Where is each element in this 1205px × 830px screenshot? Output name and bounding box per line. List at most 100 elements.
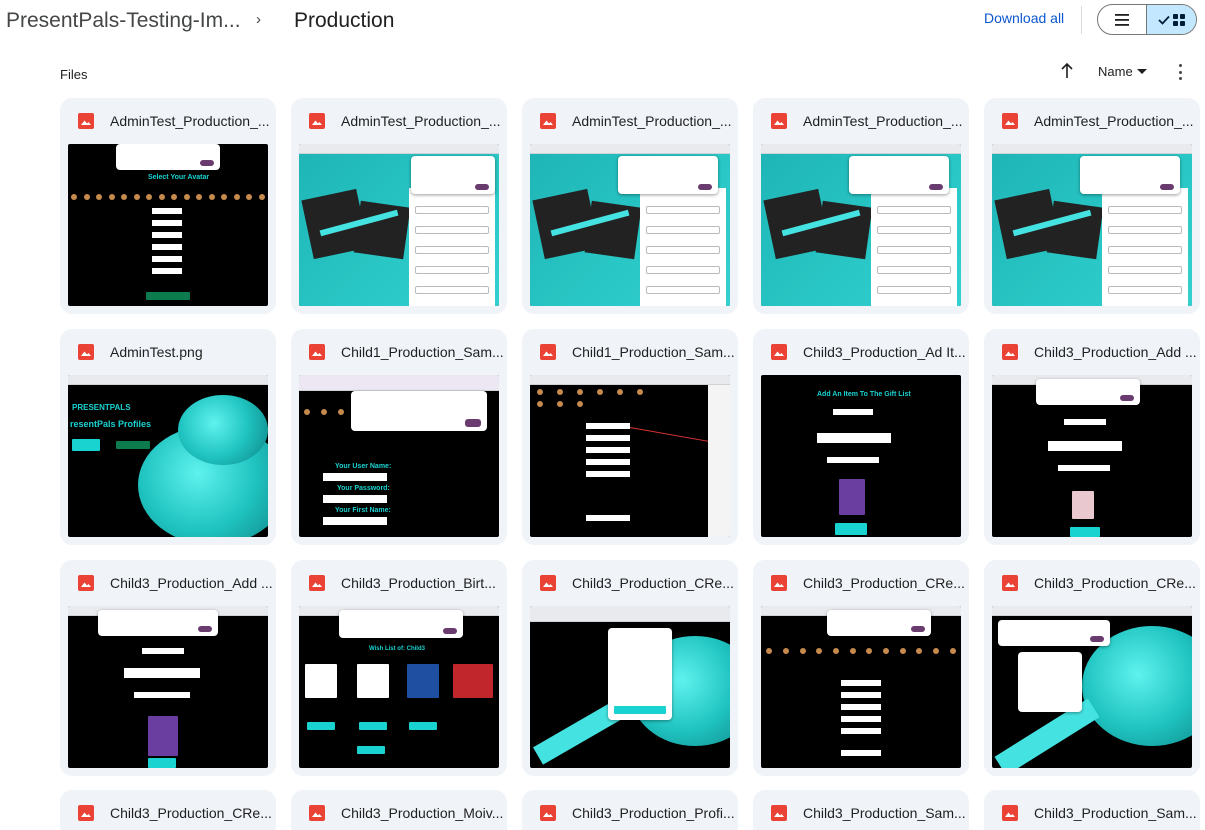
file-card[interactable]: Child3_Production_Add ...	[60, 560, 276, 776]
file-card-header: Child3_Production_Sam...	[984, 790, 1200, 830]
file-card[interactable]: Child1_Production_Sam... Your User Name:…	[291, 329, 507, 545]
file-card-header: AdminTest.png	[60, 329, 276, 375]
file-card-header: Child3_Production_Birt...	[291, 560, 507, 606]
list-view-button[interactable]	[1098, 5, 1147, 34]
list-view-icon	[1115, 13, 1129, 26]
file-thumbnail	[992, 606, 1192, 768]
check-icon	[1158, 15, 1170, 25]
image-file-icon	[1002, 805, 1018, 821]
file-card[interactable]: Child3_Production_Profi...	[522, 790, 738, 830]
file-name: AdminTest.png	[110, 344, 203, 360]
file-card-header: AdminTest_Production_...	[291, 98, 507, 144]
file-card-header: AdminTest_Production_...	[522, 98, 738, 144]
file-card[interactable]: AdminTest_Production_...	[753, 98, 969, 314]
image-file-icon	[78, 344, 94, 360]
file-name: AdminTest_Production_...	[1034, 113, 1194, 129]
file-card[interactable]: AdminTest_Production_...	[522, 98, 738, 314]
file-card-header: Child3_Production_Add ...	[60, 560, 276, 606]
file-card-header: AdminTest_Production_...	[753, 98, 969, 144]
file-card[interactable]: Child3_Production_CRe...	[60, 790, 276, 830]
image-file-icon	[771, 575, 787, 591]
dropdown-arrow-icon	[1136, 68, 1147, 74]
file-name: Child3_Production_Sam...	[803, 805, 966, 821]
file-name: Child3_Production_Moiv...	[341, 805, 504, 821]
file-name: Child3_Production_Ad It...	[803, 344, 966, 360]
file-card-header: AdminTest_Production_...	[60, 98, 276, 144]
file-card-header: Child3_Production_CRe...	[60, 790, 276, 830]
file-name: Child3_Production_Profi...	[572, 805, 735, 821]
file-thumbnail	[68, 606, 268, 768]
sort-direction-arrow-icon[interactable]	[1059, 62, 1075, 80]
image-file-icon	[771, 113, 787, 129]
file-card[interactable]: Child3_Production_Ad It... Add An Item T…	[753, 329, 969, 545]
file-card[interactable]: AdminTest_Production_...	[984, 98, 1200, 314]
file-card-header: Child3_Production_CRe...	[522, 560, 738, 606]
file-card[interactable]: Child3_Production_CRe...	[984, 560, 1200, 776]
image-file-icon	[309, 113, 325, 129]
file-name: AdminTest_Production_...	[572, 113, 732, 129]
file-card-header: Child3_Production_Ad It...	[753, 329, 969, 375]
file-thumbnail: PRESENTPALS resentPals Profiles	[68, 375, 268, 537]
file-thumbnail	[530, 375, 730, 537]
sort-by-button[interactable]: Name	[1098, 64, 1147, 79]
image-file-icon	[540, 575, 556, 591]
files-section-label: Files	[60, 67, 88, 82]
file-thumbnail	[299, 144, 499, 306]
file-name: Child3_Production_CRe...	[110, 805, 272, 821]
breadcrumb-root[interactable]: PresentPals-Testing-Im...	[6, 9, 241, 33]
image-file-icon	[771, 344, 787, 360]
breadcrumb-separator-icon: ›	[256, 11, 261, 28]
file-thumbnail	[761, 606, 961, 768]
file-card[interactable]: Child3_Production_Add ...	[984, 329, 1200, 545]
image-file-icon	[1002, 575, 1018, 591]
file-thumbnail	[530, 144, 730, 306]
image-file-icon	[309, 805, 325, 821]
image-file-icon	[540, 805, 556, 821]
image-file-icon	[309, 344, 325, 360]
file-card[interactable]: Child3_Production_CRe...	[753, 560, 969, 776]
file-card[interactable]: Child3_Production_Birt... Wish List of: …	[291, 560, 507, 776]
image-file-icon	[771, 805, 787, 821]
grid-view-icon	[1173, 13, 1185, 26]
image-file-icon	[309, 575, 325, 591]
image-file-icon	[540, 344, 556, 360]
file-thumbnail	[530, 606, 730, 768]
image-file-icon	[1002, 113, 1018, 129]
file-name: AdminTest_Production_...	[803, 113, 963, 129]
file-card-header: Child3_Production_Moiv...	[291, 790, 507, 830]
file-card-header: AdminTest_Production_...	[984, 98, 1200, 144]
file-card[interactable]: Child3_Production_Sam...	[753, 790, 969, 830]
file-card-header: Child3_Production_Sam...	[753, 790, 969, 830]
file-card[interactable]: AdminTest.png PRESENTPALS resentPals Pro…	[60, 329, 276, 545]
file-card[interactable]: Child1_Production_Sam...	[522, 329, 738, 545]
file-thumbnail: Add An Item To The Gift List	[761, 375, 961, 537]
file-card[interactable]: Child3_Production_CRe...	[522, 560, 738, 776]
grid-view-button[interactable]	[1147, 5, 1196, 34]
file-card[interactable]: AdminTest_Production_...	[291, 98, 507, 314]
file-card-header: Child3_Production_Profi...	[522, 790, 738, 830]
image-file-icon	[1002, 344, 1018, 360]
file-card[interactable]: Child3_Production_Moiv...	[291, 790, 507, 830]
sort-by-label: Name	[1098, 64, 1133, 79]
divider	[1081, 6, 1082, 34]
breadcrumb-current: Production	[294, 9, 395, 32]
file-thumbnail: Wish List of: Child3	[299, 606, 499, 768]
file-card[interactable]: Child3_Production_Sam...	[984, 790, 1200, 830]
image-file-icon	[78, 113, 94, 129]
file-thumbnail: Select Your Avatar	[68, 144, 268, 306]
file-thumbnail	[761, 144, 961, 306]
file-name: Child3_Production_Sam...	[1034, 805, 1197, 821]
more-options-icon[interactable]	[1174, 64, 1186, 80]
file-name: AdminTest_Production_...	[341, 113, 501, 129]
file-name: Child3_Production_Add ...	[110, 575, 273, 591]
file-name: Child3_Production_CRe...	[1034, 575, 1196, 591]
file-card-header: Child1_Production_Sam...	[291, 329, 507, 375]
image-file-icon	[78, 805, 94, 821]
file-name: Child3_Production_CRe...	[572, 575, 734, 591]
file-card-header: Child3_Production_CRe...	[984, 560, 1200, 606]
file-card[interactable]: AdminTest_Production_... Select Your Ava…	[60, 98, 276, 314]
file-name: AdminTest_Production_...	[110, 113, 270, 129]
top-bar: PresentPals-Testing-Im... › Production D…	[0, 0, 1205, 44]
file-name: Child1_Production_Sam...	[341, 344, 504, 360]
download-all-link[interactable]: Download all	[984, 10, 1064, 26]
